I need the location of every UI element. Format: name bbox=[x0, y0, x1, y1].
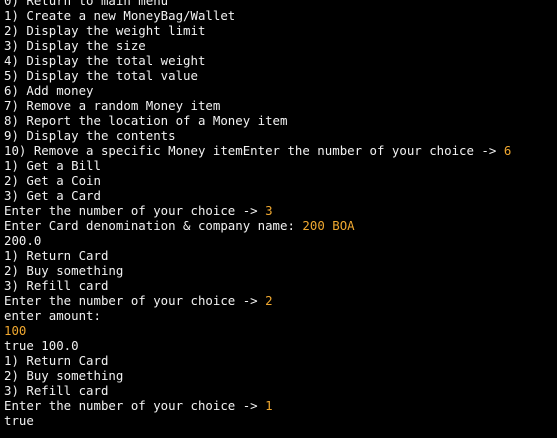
terminal-line: 2) Get a Coin bbox=[4, 173, 557, 188]
terminal-line: 200.0 bbox=[4, 233, 557, 248]
user-input: 200 BOA bbox=[302, 218, 355, 233]
output-text: true bbox=[4, 413, 34, 428]
user-input: 2 bbox=[265, 293, 273, 308]
output-text: 1) Return Card bbox=[4, 353, 109, 368]
terminal-line: 6) Add money bbox=[4, 83, 557, 98]
terminal-line: 7) Remove a random Money item bbox=[4, 98, 557, 113]
output-text: 3) Display the size bbox=[4, 38, 146, 53]
output-text: 6) Add money bbox=[4, 83, 94, 98]
output-text: 8) Report the location of a Money item bbox=[4, 113, 288, 128]
terminal-line: 8) Report the location of a Money item bbox=[4, 113, 557, 128]
output-text: 3) Get a Card bbox=[4, 188, 101, 203]
output-text: Enter the number of your choice -> bbox=[4, 203, 266, 218]
terminal-line: Enter the number of your choice -> 3 bbox=[4, 203, 557, 218]
terminal-line: 0) Return to main menu bbox=[4, 0, 557, 8]
terminal-output[interactable]: 0) Return to main menu 1) Create a new M… bbox=[0, 0, 557, 438]
terminal-line: Enter Card denomination & company name: … bbox=[4, 218, 557, 233]
terminal-line: 2) Display the weight limit bbox=[4, 23, 557, 38]
output-text: enter amount: bbox=[4, 308, 101, 323]
terminal-line: 9) Display the contents bbox=[4, 128, 557, 143]
user-input: 1 bbox=[265, 398, 273, 413]
output-text: 1) Create a new MoneyBag/Wallet bbox=[4, 8, 236, 23]
output-text: 200.0 bbox=[4, 233, 42, 248]
output-text: 2) Buy something bbox=[4, 263, 124, 278]
output-text: 2) Display the weight limit bbox=[4, 23, 206, 38]
output-text: Enter Card denomination & company name: bbox=[4, 218, 303, 233]
terminal-line: 4) Display the total weight bbox=[4, 53, 557, 68]
terminal-line: 100 bbox=[4, 323, 557, 338]
terminal-line: 10) Remove a specific Money itemEnter th… bbox=[4, 143, 557, 158]
terminal-line: 1) Return Card bbox=[4, 353, 557, 368]
terminal-line: Enter the number of your choice -> 2 bbox=[4, 293, 557, 308]
output-text: 5) Display the total value bbox=[4, 68, 198, 83]
user-input: 100 bbox=[4, 323, 27, 338]
terminal-line: enter amount: bbox=[4, 308, 557, 323]
output-text: 0) Return to main menu bbox=[4, 0, 169, 8]
output-text: 3) Refill card bbox=[4, 278, 109, 293]
terminal-line: 3) Refill card bbox=[4, 278, 557, 293]
output-text: 7) Remove a random Money item bbox=[4, 98, 221, 113]
terminal-line: 3) Get a Card bbox=[4, 188, 557, 203]
output-text: Enter the number of your choice -> bbox=[4, 293, 266, 308]
output-text: Enter the number of your choice -> bbox=[4, 398, 266, 413]
terminal-line: 2) Buy something bbox=[4, 368, 557, 383]
user-input: 3 bbox=[265, 203, 273, 218]
terminal-line: Enter the number of your choice -> 1 bbox=[4, 398, 557, 413]
terminal-line: 5) Display the total value bbox=[4, 68, 557, 83]
output-text: 10) Remove a specific Money itemEnter th… bbox=[4, 143, 504, 158]
output-text: 1) Get a Bill bbox=[4, 158, 101, 173]
terminal-line: 1) Get a Bill bbox=[4, 158, 557, 173]
output-text: 9) Display the contents bbox=[4, 128, 176, 143]
terminal-line: 2) Buy something bbox=[4, 263, 557, 278]
terminal-line: 1) Create a new MoneyBag/Wallet bbox=[4, 8, 557, 23]
output-text: 3) Refill card bbox=[4, 383, 109, 398]
terminal-line: 3) Refill card bbox=[4, 383, 557, 398]
user-input: 6 bbox=[503, 143, 512, 158]
terminal-line: 1) Return Card bbox=[4, 248, 557, 263]
terminal-line: 3) Display the size bbox=[4, 38, 557, 53]
terminal-line: true bbox=[4, 413, 557, 428]
terminal-line: true 100.0 bbox=[4, 338, 557, 353]
output-text: 2) Get a Coin bbox=[4, 173, 101, 188]
output-text: true 100.0 bbox=[4, 338, 79, 353]
output-text: 4) Display the total weight bbox=[4, 53, 206, 68]
output-text: 2) Buy something bbox=[4, 368, 124, 383]
output-text: 1) Return Card bbox=[4, 248, 109, 263]
